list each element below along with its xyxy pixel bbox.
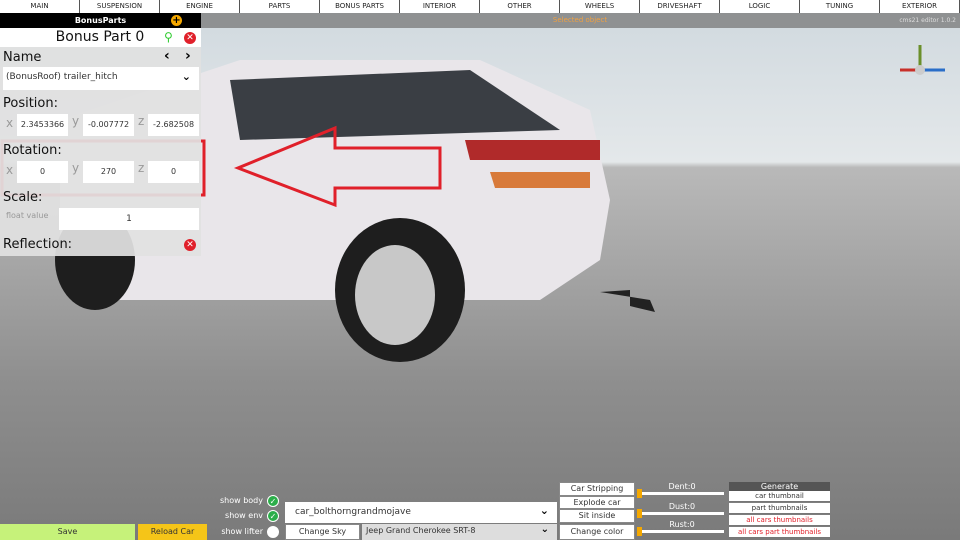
- explode-car-button[interactable]: Explode car: [559, 496, 635, 509]
- generate-title: Generate: [729, 482, 830, 491]
- dust-slider-handle[interactable]: [637, 509, 642, 518]
- scale-label: Scale:: [3, 190, 43, 205]
- reload-car-button[interactable]: Reload Car: [138, 524, 207, 540]
- gizmo-icon: [900, 45, 945, 75]
- sub-bar: BonusParts + Selected object cms21 edito…: [0, 13, 960, 28]
- name-label: Name: [3, 50, 42, 65]
- rotation-y-input[interactable]: 270: [83, 161, 134, 183]
- next-icon[interactable]: ›: [185, 48, 191, 64]
- tab-main[interactable]: MAIN: [0, 0, 80, 13]
- dust-slider[interactable]: [637, 512, 724, 515]
- show-env-label: show env: [225, 511, 263, 520]
- chevron-down-icon: ⌄: [540, 524, 549, 535]
- add-bonus-part-icon[interactable]: +: [171, 15, 182, 26]
- chevron-down-icon: ⌄: [181, 70, 191, 83]
- rust-label: Rust:0: [669, 520, 695, 529]
- generate-car-thumbnail-button[interactable]: car thumbnail: [729, 491, 830, 502]
- model-select[interactable]: Jeep Grand Cherokee SRT-8 ⌄: [362, 524, 557, 540]
- reflection-label: Reflection:: [3, 237, 73, 252]
- show-body-checkbox[interactable]: ✓: [267, 495, 279, 507]
- car-select[interactable]: car_bolthorngrandmojave ⌄: [285, 502, 557, 523]
- name-value: (BonusRoof) trailer_hitch: [6, 72, 118, 82]
- car-select-value: car_bolthorngrandmojave: [295, 507, 411, 517]
- show-body-label: show body: [219, 496, 263, 505]
- tab-driveshaft[interactable]: DRIVESHAFT: [640, 0, 720, 13]
- tab-exterior[interactable]: EXTERIOR: [880, 0, 960, 13]
- axis-x-label[interactable]: x: [6, 116, 13, 130]
- model-select-value: Jeep Grand Cherokee SRT-8: [366, 526, 476, 535]
- save-button[interactable]: Save: [0, 524, 135, 540]
- rust-slider-handle[interactable]: [637, 527, 642, 536]
- show-env-checkbox[interactable]: ✓: [267, 510, 279, 522]
- rust-slider[interactable]: [637, 530, 724, 533]
- tab-wheels[interactable]: WHEELS: [560, 0, 640, 13]
- reflection-toggle-icon[interactable]: ✕: [184, 239, 196, 251]
- dent-slider-handle[interactable]: [637, 489, 642, 498]
- delete-icon[interactable]: ✕: [184, 32, 196, 44]
- position-z-input[interactable]: -2.682508: [148, 114, 199, 136]
- change-color-button[interactable]: Change color: [559, 524, 635, 540]
- search-icon[interactable]: ⚲: [164, 30, 173, 44]
- panel-title: Bonus Part 0: [55, 29, 145, 45]
- tab-engine[interactable]: ENGINE: [160, 0, 240, 13]
- car-stripping-button[interactable]: Car Stripping: [559, 482, 635, 496]
- scale-sublabel[interactable]: float value: [6, 211, 48, 220]
- tab-tuning[interactable]: TUNING: [800, 0, 880, 13]
- prev-icon[interactable]: ‹: [164, 48, 170, 64]
- dent-label: Dent:0: [668, 482, 696, 491]
- tab-bonus-parts[interactable]: BONUS PARTS: [320, 0, 400, 13]
- generate-all-cars-part-thumbnails-button[interactable]: all cars part thumbnails: [729, 527, 830, 538]
- bonus-part-panel: Bonus Part 0 ⚲ ✕ Name ‹ › (BonusRoof) tr…: [0, 28, 201, 256]
- dust-label: Dust:0: [668, 502, 696, 511]
- dent-slider[interactable]: [637, 492, 724, 495]
- top-menu: MAIN SUSPENSION ENGINE PARTS BONUS PARTS…: [0, 0, 960, 13]
- position-label: Position:: [3, 96, 58, 111]
- panel-header: Bonus Part 0 ⚲ ✕: [0, 28, 201, 47]
- tab-logic[interactable]: LOGIC: [720, 0, 800, 13]
- axis-z-label[interactable]: z: [138, 161, 144, 175]
- rotation-label: Rotation:: [3, 143, 62, 158]
- axis-x-label[interactable]: x: [6, 163, 13, 177]
- position-y-input[interactable]: -0.007772: [83, 114, 134, 136]
- selected-object-label: Selected object: [552, 16, 608, 24]
- change-sky-button[interactable]: Change Sky: [285, 524, 360, 540]
- axis-y-label[interactable]: y: [72, 114, 79, 128]
- chevron-down-icon: ⌄: [539, 504, 549, 517]
- tab-other[interactable]: OTHER: [480, 0, 560, 13]
- rotation-x-input[interactable]: 0: [17, 161, 68, 183]
- tab-suspension[interactable]: SUSPENSION: [80, 0, 160, 13]
- position-x-input[interactable]: 2.3453366: [17, 114, 68, 136]
- sit-inside-button[interactable]: Sit inside: [559, 509, 635, 523]
- name-select[interactable]: (BonusRoof) trailer_hitch ⌄: [3, 67, 199, 90]
- axis-y-label[interactable]: y: [72, 161, 79, 175]
- rotation-z-input[interactable]: 0: [148, 161, 199, 183]
- tab-parts[interactable]: PARTS: [240, 0, 320, 13]
- generate-part-thumbnails-button[interactable]: part thumbnails: [729, 503, 830, 514]
- show-lifter-label: show lifter: [221, 527, 263, 536]
- generate-all-cars-thumbnails-button[interactable]: all cars thumbnails: [729, 515, 830, 526]
- scale-input[interactable]: 1: [59, 208, 199, 230]
- axis-z-label[interactable]: z: [138, 114, 144, 128]
- tab-interior[interactable]: INTERIOR: [400, 0, 480, 13]
- version-label: cms21 editor 1.0.2: [899, 17, 956, 24]
- show-lifter-checkbox[interactable]: [267, 526, 279, 538]
